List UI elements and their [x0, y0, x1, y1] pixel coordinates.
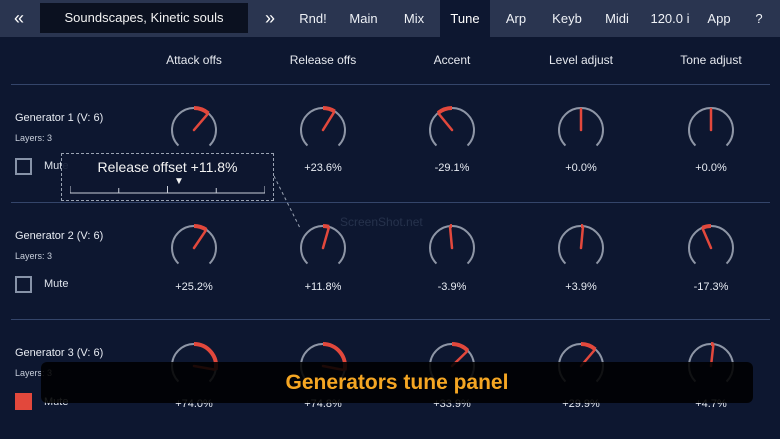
knob-dial-icon — [171, 106, 217, 147]
generator-3-mute-checkbox[interactable] — [15, 393, 32, 410]
knob-pointer — [321, 226, 331, 250]
knob-value-arc — [580, 342, 597, 351]
caption-overlay: Generators tune panel — [41, 362, 753, 403]
knob-value-arc — [193, 224, 208, 232]
tab-help[interactable]: ? — [744, 0, 774, 37]
knob-value-arc — [451, 342, 470, 353]
column-header-attack: Attack offs — [166, 53, 222, 67]
column-header-accent: Accent — [433, 53, 471, 67]
knob-value-arc — [701, 223, 712, 230]
knob-value-arc — [193, 106, 210, 115]
value-tooltip: Release offset +11.8% ▼ — [61, 153, 274, 201]
tab-keyb[interactable]: Keyb — [544, 0, 590, 37]
knob-dial-icon — [558, 223, 604, 265]
tab-tune[interactable]: Tune — [440, 0, 490, 37]
generator-2-mute-label: Mute — [44, 278, 69, 290]
column-header-level: Level adjust — [548, 53, 614, 67]
knob-track — [429, 107, 475, 147]
knob-tone-adjust-gen1[interactable] — [681, 106, 741, 156]
knob-value-label: -17.3% — [693, 281, 729, 293]
knob-tone-adjust-gen2[interactable] — [681, 223, 741, 274]
knob-dial-icon — [688, 223, 734, 265]
tooltip-scale — [70, 186, 265, 194]
knob-track — [300, 107, 346, 147]
knob-dial-icon — [171, 224, 217, 265]
knob-pointer — [192, 112, 209, 132]
knob-accent-gen2[interactable] — [422, 223, 482, 274]
knob-attack-offs-gen2[interactable] — [164, 224, 224, 274]
knob-track — [171, 225, 217, 265]
top-toolbar: « Soundscapes, Kinetic souls » Rnd! Main… — [0, 0, 780, 37]
knob-dial-icon — [429, 106, 475, 147]
knob-value-arc — [436, 106, 453, 115]
column-header-release: Release offs — [289, 53, 357, 67]
tab-midi[interactable]: Midi — [596, 0, 638, 37]
knob-value-label: +0.0% — [695, 162, 727, 174]
preset-name-display[interactable]: Soundscapes, Kinetic souls — [40, 3, 248, 33]
knob-value-label: +0.0% — [565, 162, 597, 174]
knob-value-label: +23.6% — [304, 162, 342, 174]
divider — [11, 202, 770, 203]
tab-app[interactable]: App — [700, 0, 738, 37]
tooltip-text: Release offset +11.8% — [97, 159, 238, 175]
knob-dial-icon — [558, 107, 604, 147]
caption-text: Generators tune panel — [285, 371, 509, 394]
generator-1-layers: Layers: 3 — [15, 133, 53, 143]
knob-level-adjust-gen2[interactable] — [551, 223, 611, 274]
knob-pointer — [448, 225, 454, 250]
knob-pointer — [701, 227, 713, 250]
knob-pointer — [437, 112, 454, 132]
knob-release-offs-gen1[interactable] — [293, 106, 353, 156]
generator-3-name: Generator 3 (V: 6) — [15, 347, 104, 359]
knob-value-label: +11.8% — [304, 281, 342, 293]
knob-value-arc — [322, 223, 330, 229]
divider — [11, 319, 770, 320]
column-header-tone: Tone adjust — [680, 53, 742, 67]
knob-track — [688, 225, 734, 265]
knob-value-arc — [322, 106, 336, 114]
tab-mix[interactable]: Mix — [392, 0, 436, 37]
generator-1-mute-checkbox[interactable] — [15, 158, 32, 175]
tab-tempo[interactable]: 120.0 i — [642, 0, 698, 37]
tab-main[interactable]: Main — [340, 0, 387, 37]
knob-value-label: +3.9% — [565, 281, 597, 293]
knob-track — [171, 107, 217, 147]
knob-level-adjust-gen1[interactable] — [551, 106, 611, 156]
generator-2-layers: Layers: 3 — [15, 251, 53, 261]
knob-attack-offs-gen1[interactable] — [164, 106, 224, 156]
generator-1-name: Generator 1 (V: 6) — [15, 112, 104, 124]
knob-pointer — [321, 110, 336, 132]
knob-release-offs-gen2[interactable] — [293, 223, 353, 274]
previous-preset-button[interactable]: « — [4, 0, 34, 37]
knob-value-label: -3.9% — [437, 281, 467, 293]
knob-value-label: -29.1% — [434, 162, 470, 174]
knob-value-label: +25.2% — [175, 281, 213, 293]
knob-dial-icon — [300, 106, 346, 147]
tab-arp[interactable]: Arp — [494, 0, 538, 37]
knob-pointer — [579, 225, 585, 250]
knob-accent-gen1[interactable] — [422, 106, 482, 156]
knob-dial-icon — [688, 107, 734, 147]
knob-dial-icon — [429, 223, 475, 265]
generator-2-mute-checkbox[interactable] — [15, 276, 32, 293]
knob-dial-icon — [300, 223, 346, 265]
tab-random[interactable]: Rnd! — [290, 0, 336, 37]
knob-pointer — [192, 229, 207, 250]
generator-2-name: Generator 2 (V: 6) — [15, 230, 104, 242]
next-preset-button[interactable]: » — [255, 0, 285, 37]
divider — [11, 84, 770, 85]
